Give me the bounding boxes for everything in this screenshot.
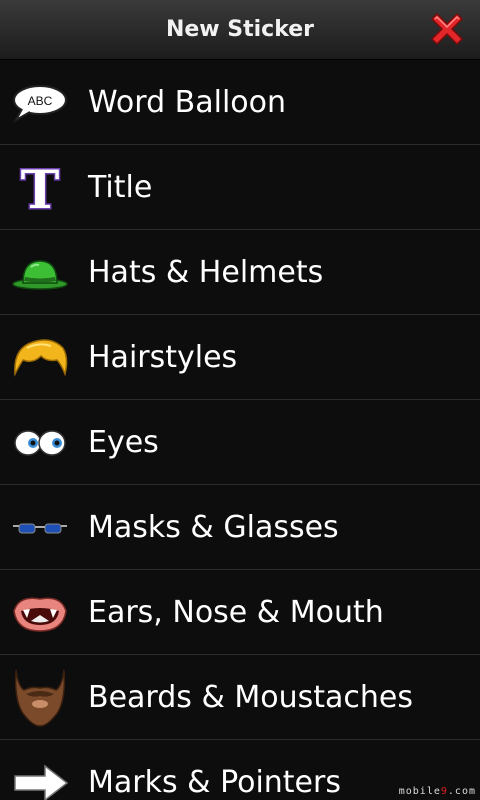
list-item-word-balloon[interactable]: ABC Word Balloon (0, 60, 480, 145)
mouth-icon (10, 588, 70, 638)
list-item-hats[interactable]: Hats & Helmets (0, 230, 480, 315)
watermark: mobile9.com (398, 786, 476, 797)
list-item-label: Hairstyles (88, 340, 238, 375)
list-item-label: Beards & Moustaches (88, 680, 413, 715)
list-item-label: Masks & Glasses (88, 510, 339, 545)
eyes-icon (10, 418, 70, 468)
list-item-label: Title (88, 170, 153, 205)
list-item-title[interactable]: T Title (0, 145, 480, 230)
svg-text:T: T (21, 163, 60, 213)
list-item-label: Eyes (88, 425, 159, 460)
list-item-label: Marks & Pointers (88, 765, 341, 800)
list-item-hairstyles[interactable]: Hairstyles (0, 315, 480, 400)
glasses-icon (10, 503, 70, 553)
list-item-beards[interactable]: Beards & Moustaches (0, 655, 480, 740)
page-title: New Sticker (165, 17, 315, 42)
sticker-category-list: ABC Word Balloon T Title Hats & Helmets (0, 60, 480, 800)
close-button[interactable] (426, 8, 468, 50)
list-item-label: Word Balloon (88, 85, 287, 120)
list-item-label: Hats & Helmets (88, 255, 324, 290)
list-item-ears-nose-mouth[interactable]: Ears, Nose & Mouth (0, 570, 480, 655)
title-t-icon: T (10, 163, 70, 213)
hat-icon (10, 248, 70, 298)
word-balloon-icon: ABC (10, 78, 70, 128)
close-icon (430, 12, 464, 46)
beard-icon (10, 669, 70, 727)
list-item-label: Ears, Nose & Mouth (88, 595, 384, 630)
hair-icon (10, 333, 70, 383)
svg-text:ABC: ABC (28, 94, 53, 108)
arrow-pointer-icon (10, 758, 70, 800)
list-item-eyes[interactable]: Eyes (0, 400, 480, 485)
list-item-masks-glasses[interactable]: Masks & Glasses (0, 485, 480, 570)
title-bar: New Sticker (0, 0, 480, 60)
